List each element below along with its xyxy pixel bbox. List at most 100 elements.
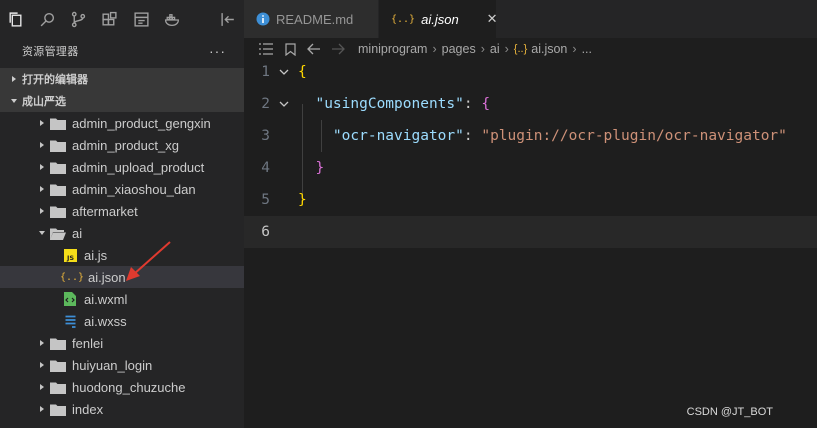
code-line-5: 5 } [244, 184, 817, 216]
tree-folder-aftermarket[interactable]: aftermarket [0, 200, 244, 222]
extensions-icon[interactable] [94, 0, 125, 38]
tree-folder-admin-xiaoshou-dan[interactable]: admin_xiaoshou_dan [0, 178, 244, 200]
docker-icon[interactable] [157, 0, 188, 38]
breadcrumb-item[interactable]: ai [490, 42, 500, 56]
tree-folder-huodong-chuzuche[interactable]: huodong_chuzuche [0, 376, 244, 398]
breadcrumb-item[interactable]: miniprogram [358, 42, 427, 56]
tree-folder-admin-product-gengxin[interactable]: admin_product_gengxin [0, 112, 244, 134]
code-editor[interactable]: 1 { 2 "usingComponents": { 3 "ocr-naviga… [244, 56, 817, 428]
explorer-header: 资源管理器 ··· [0, 38, 244, 64]
line-number: 2 [261, 96, 270, 112]
tree-item-label: admin_xiaoshou_dan [72, 181, 196, 197]
explorer-title: 资源管理器 [22, 46, 79, 58]
tree-folder-admin-product-xg[interactable]: admin_product_xg [0, 134, 244, 156]
chevron-right-icon [34, 141, 50, 149]
tree-folder-admin-upload-product[interactable]: admin_upload_product [0, 156, 244, 178]
list-icon[interactable] [254, 43, 278, 55]
editor-tabs: README.md {..} ai.json ✕ [244, 0, 817, 38]
tree-file-ai-wxml[interactable]: ai.wxml [0, 288, 244, 310]
code-token: "plugin://ocr-plugin/ocr-navigator" [481, 128, 787, 144]
tab-label: README.md [276, 11, 354, 27]
code-token: "usingComponents" [315, 96, 464, 112]
svg-text:JS: JS [65, 254, 73, 262]
wxml-file-icon [62, 291, 78, 307]
chevron-right-icon [34, 339, 50, 347]
tree-file-ai-wxss[interactable]: ai.wxss [0, 310, 244, 332]
folder-open-icon [50, 225, 66, 241]
line-number: 4 [261, 160, 270, 176]
line-number: 1 [261, 64, 270, 80]
tree-item-label: index [72, 401, 104, 417]
code-token: { [298, 64, 307, 80]
chevron-right-icon [34, 361, 50, 369]
tab-ai-json[interactable]: {..} ai.json ✕ [379, 0, 498, 38]
breadcrumb-item[interactable]: pages [442, 42, 476, 56]
panel-toggle-icon[interactable] [213, 0, 244, 38]
folder-icon [50, 379, 66, 395]
bookmark-icon[interactable] [278, 42, 302, 56]
chevron-right-icon: › [480, 42, 485, 56]
folder-icon [50, 115, 66, 131]
close-icon[interactable]: ✕ [487, 11, 498, 27]
code-line-1: 1 { [244, 56, 817, 88]
section-open-editors[interactable]: 打开的编辑器 [0, 68, 244, 90]
tree-item-label: admin_product_xg [72, 137, 179, 153]
fold-chevron-icon[interactable] [278, 69, 290, 76]
folder-icon [50, 357, 66, 373]
chevron-right-icon [34, 185, 50, 193]
tree-item-label: huodong_chuzuche [72, 379, 186, 395]
search-icon[interactable] [31, 0, 62, 38]
watermark: CSDN @JT_BOT [686, 406, 773, 418]
annotation-arrow [126, 241, 171, 281]
fold-chevron-icon[interactable] [278, 101, 290, 108]
forward-arrow-icon[interactable] [326, 43, 350, 55]
back-arrow-icon[interactable] [302, 43, 326, 55]
chevron-right-icon [34, 163, 50, 171]
chevron-right-icon: › [572, 42, 577, 56]
code-token: } [298, 192, 307, 208]
section-open-editors-label: 打开的编辑器 [22, 74, 88, 86]
line-number: 5 [261, 192, 270, 208]
devtools-icon[interactable] [126, 0, 157, 38]
tree-item-label: aftermarket [72, 203, 138, 219]
tab-readme[interactable]: README.md [244, 0, 379, 38]
wxss-file-icon [62, 313, 78, 329]
chevron-right-icon [34, 119, 50, 127]
tree-item-label: ai.wxml [84, 291, 128, 307]
tree-item-label: admin_product_gengxin [72, 115, 211, 131]
chevron-right-icon [34, 207, 50, 215]
more-actions-button[interactable]: ··· [209, 43, 226, 59]
tree-item-label: admin_upload_product [72, 159, 205, 175]
tree-folder-index[interactable]: index [0, 398, 244, 420]
folder-icon [50, 401, 66, 417]
section-project-label: 成山严选 [22, 96, 66, 108]
tree-item-label: huiyuan_login [72, 357, 153, 373]
breadcrumb-file[interactable]: ai.json [531, 42, 567, 56]
tree-item-label: fenlei [72, 335, 104, 351]
chevron-right-icon: › [432, 42, 437, 56]
json-file-icon: {..} [513, 43, 528, 55]
tree-folder-huiyuan-login[interactable]: huiyuan_login [0, 354, 244, 376]
info-icon [256, 12, 270, 26]
code-token: : [463, 96, 482, 112]
section-project[interactable]: 成山严选 [0, 90, 244, 112]
tree-folder-fenlei[interactable]: fenlei [0, 332, 244, 354]
chevron-right-icon [34, 405, 50, 413]
line-number: 6 [261, 224, 270, 240]
breadcrumb-more[interactable]: ... [582, 42, 592, 56]
tree-item-label: ai.js [84, 247, 108, 263]
chevron-right-icon [8, 75, 20, 83]
json-file-icon: {..} [59, 271, 85, 283]
files-icon[interactable] [0, 0, 31, 38]
folder-icon [50, 335, 66, 351]
line-number: 3 [261, 128, 270, 144]
folder-icon [50, 159, 66, 175]
js-file-icon: JS [62, 247, 78, 263]
chevron-down-icon [8, 97, 20, 105]
folder-icon [50, 137, 66, 153]
code-line-6: 6 [244, 216, 817, 248]
json-file-icon: {..} [391, 13, 416, 25]
folder-icon [50, 203, 66, 219]
code-line-2: 2 "usingComponents": { [244, 88, 817, 120]
source-control-icon[interactable] [63, 0, 94, 38]
